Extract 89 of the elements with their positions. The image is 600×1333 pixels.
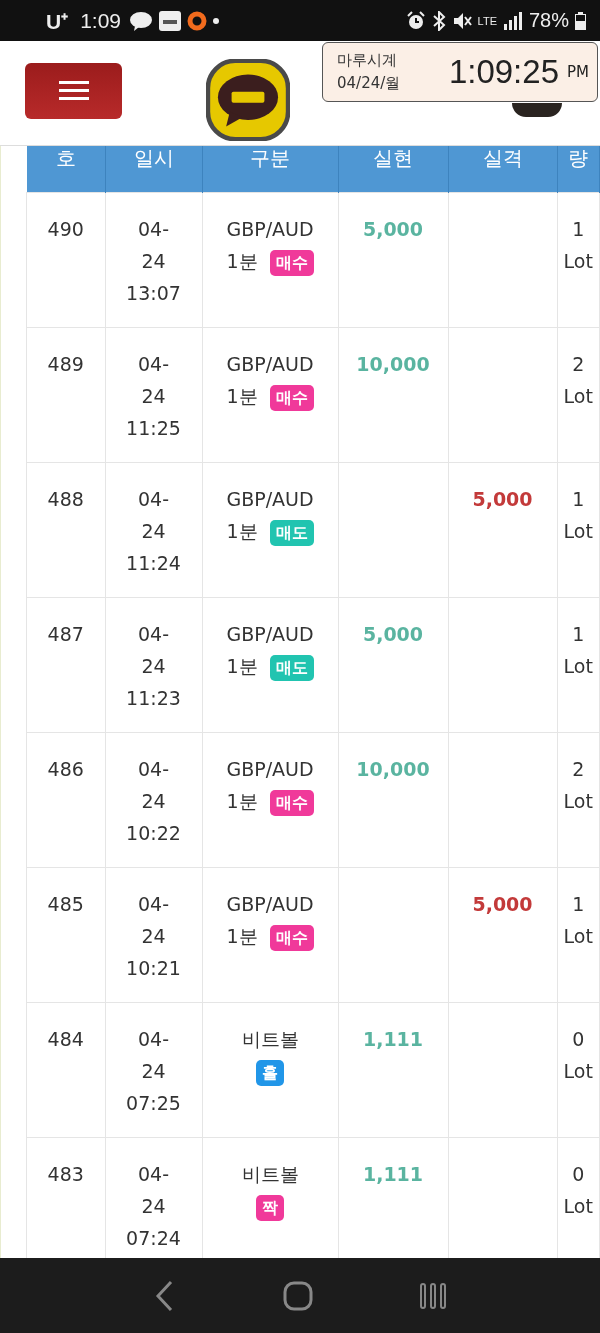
- date-text: 04-24: [136, 1027, 170, 1084]
- ring-icon: [187, 10, 208, 31]
- menu-button[interactable]: [25, 63, 122, 119]
- period-text: 1분: [226, 790, 258, 812]
- loss-amount: 5,000: [472, 488, 533, 510]
- carrier-label: U⁺: [46, 8, 69, 35]
- instrument-name: GBP/AUD: [226, 758, 314, 780]
- lot-quantity: 0 Lot: [562, 1027, 594, 1084]
- time-text: 10:21: [126, 957, 181, 979]
- menu-icon: [58, 81, 89, 101]
- period-text: 1분: [226, 655, 258, 677]
- date-text: 04-24: [136, 892, 170, 949]
- battery-icon: [575, 11, 586, 30]
- instrument-name: GBP/AUD: [226, 218, 314, 240]
- date-text: 04-24: [136, 487, 170, 544]
- instrument-name: 비트볼: [241, 1163, 299, 1185]
- widget-date: 04/24/월: [337, 73, 401, 94]
- lot-quantity: 1 Lot: [562, 892, 594, 949]
- profit-amount: 10,000: [356, 758, 430, 780]
- alarm-icon: [405, 10, 426, 31]
- network-label: LTE: [477, 14, 497, 27]
- instrument-name: GBP/AUD: [226, 488, 314, 510]
- instrument-name: GBP/AUD: [226, 623, 314, 645]
- lot-quantity: 1 Lot: [562, 622, 594, 679]
- row-number: 484: [47, 1028, 84, 1050]
- time-text: 07:25: [126, 1092, 181, 1114]
- recent-apps-icon[interactable]: [419, 1281, 447, 1310]
- profit-amount: 1,111: [362, 1163, 424, 1185]
- row-number: 489: [47, 353, 84, 375]
- dot-icon: [213, 17, 220, 24]
- lot-quantity: 0 Lot: [562, 1162, 594, 1219]
- period-text: 1분: [226, 925, 258, 947]
- instrument-name: GBP/AUD: [226, 353, 314, 375]
- profit-amount: 1,111: [362, 1028, 424, 1050]
- signal-icon: [502, 11, 523, 30]
- row-number: 490: [47, 218, 84, 240]
- row-number: 483: [47, 1163, 84, 1185]
- time-text: 11:24: [126, 552, 181, 574]
- time-text: 10:22: [126, 822, 181, 844]
- lot-quantity: 2 Lot: [562, 757, 594, 814]
- period-text: 1분: [226, 385, 258, 407]
- battery-percent: 78%: [528, 9, 569, 32]
- profit-amount: 5,000: [362, 218, 424, 240]
- column-header: 일시: [105, 146, 202, 193]
- instrument-name: 비트볼: [241, 1028, 299, 1050]
- clock-time: 1:09:25: [448, 53, 559, 91]
- time-text: 11:25: [126, 417, 181, 439]
- trade-badge: 매수: [269, 250, 314, 276]
- home-icon[interactable]: [283, 1280, 313, 1311]
- chat-bubble-icon[interactable]: [206, 59, 290, 141]
- period-text: 1분: [226, 520, 258, 542]
- row-number: 486: [47, 758, 84, 780]
- trade-badge: 매수: [269, 385, 314, 411]
- widget-title: 마루시계: [337, 50, 398, 71]
- time-text: 07:24: [126, 1227, 181, 1249]
- trade-badge: 매수: [269, 925, 314, 951]
- lot-quantity: 1 Lot: [562, 217, 594, 274]
- time-text: 11:23: [126, 687, 181, 709]
- trade-badge: 짝: [256, 1195, 284, 1221]
- date-text: 04-24: [136, 352, 170, 409]
- row-number: 487: [47, 623, 84, 645]
- clock-ampm: PM: [567, 63, 589, 81]
- profit-amount: 10,000: [356, 353, 430, 375]
- trade-badge: 매도: [269, 655, 314, 681]
- profit-amount: 5,000: [362, 623, 424, 645]
- trade-badge: 매수: [269, 790, 314, 816]
- column-header: 실격: [448, 146, 557, 193]
- instrument-name: GBP/AUD: [226, 893, 314, 915]
- date-text: 04-24: [136, 757, 170, 814]
- column-header: 량: [557, 146, 600, 193]
- time-text: 13:07: [126, 282, 181, 304]
- trade-badge: 홀: [256, 1060, 284, 1086]
- column-header: 실현: [338, 146, 448, 193]
- row-number: 485: [47, 893, 84, 915]
- date-text: 04-24: [136, 1162, 170, 1219]
- column-header: 호: [26, 146, 105, 193]
- bluetooth-icon: [431, 10, 446, 31]
- loss-amount: 5,000: [472, 893, 533, 915]
- status-time: 1:09: [80, 8, 122, 33]
- date-text: 04-24: [136, 217, 170, 274]
- trade-badge: 매도: [269, 520, 314, 546]
- app-icon: [159, 10, 182, 31]
- lot-quantity: 2 Lot: [562, 352, 594, 409]
- date-text: 04-24: [136, 622, 170, 679]
- period-text: 1분: [226, 250, 258, 272]
- chat-bubble-icon: [129, 10, 154, 31]
- lot-quantity: 1 Lot: [562, 487, 594, 544]
- column-header: 구분: [202, 146, 338, 193]
- row-number: 488: [47, 488, 84, 510]
